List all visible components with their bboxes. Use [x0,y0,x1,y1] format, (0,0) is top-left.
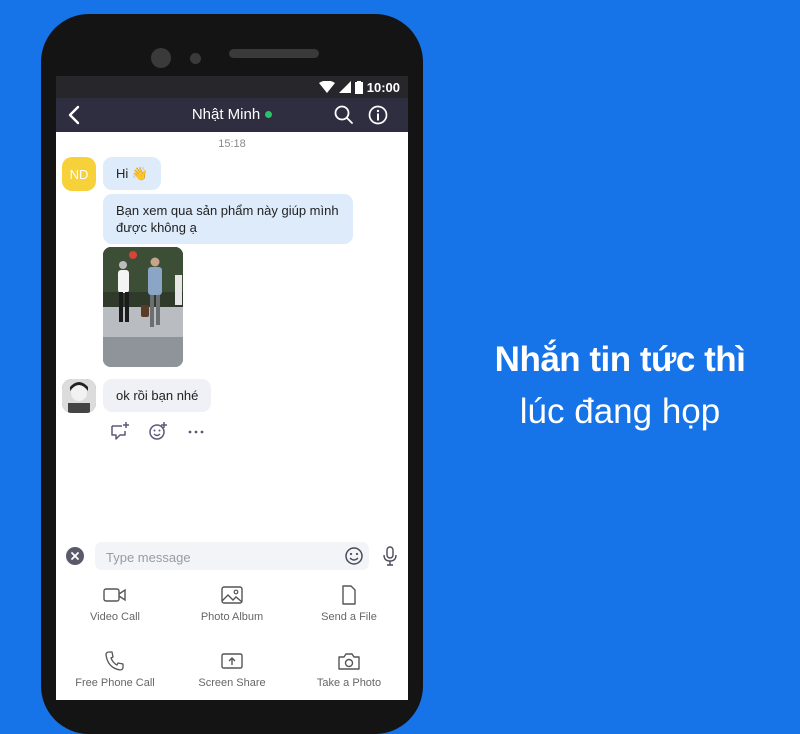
promo-subheadline: lúc đang họp [519,392,721,431]
more-horizontal-icon [188,430,204,434]
chevron-left-icon [68,105,80,125]
microphone-icon [383,546,397,566]
chat-header: Nhật Minh [56,98,408,132]
message-image[interactable] [103,247,183,367]
video-icon [103,588,126,602]
front-camera [151,48,171,68]
close-icon [71,552,79,560]
info-button[interactable] [367,104,389,126]
signal-icon [338,81,351,93]
camera-icon [338,653,360,670]
emoji-add-icon [149,422,167,440]
free-phone-call-button[interactable]: Free Phone Call [56,651,174,689]
earpiece-speaker [229,49,319,58]
file-icon [342,585,356,605]
phone-screen: 10:00 Nhật Minh 15:18 ND Hi 👋 Bạn xem qu… [56,76,408,700]
status-bar: 10:00 [56,76,408,98]
photo-album-button[interactable]: Photo Album [173,585,291,623]
action-label: Video Call [90,611,140,623]
message-actions [110,421,206,441]
voice-message-button[interactable] [381,545,399,567]
avatar-photo [62,379,96,413]
user-avatar[interactable] [62,379,96,413]
sender-avatar[interactable]: ND [62,157,96,191]
action-label: Take a Photo [316,677,382,689]
online-status-dot [265,110,273,118]
more-options-button[interactable] [186,421,206,441]
image-icon [221,586,243,604]
message-bubble[interactable]: ok rồi bạn nhé [103,379,212,412]
action-label: Free Phone Call [75,677,155,689]
add-reaction-button[interactable] [148,421,168,441]
video-call-button[interactable]: Video Call [56,585,174,623]
comment-add-icon [111,422,129,440]
photo-thumbnail [103,247,183,367]
close-button[interactable] [66,547,84,565]
emoji-icon [345,547,363,565]
message-timestamp: 15:18 [218,138,246,150]
message-bubble[interactable]: Bạn xem qua sản phẩm này giúp mình được … [103,194,353,244]
wifi-icon [318,81,335,93]
status-time: 10:00 [366,79,400,95]
message-composer [56,542,408,572]
info-icon [368,105,388,125]
message-input[interactable] [104,542,328,572]
action-label: Screen Share [198,677,266,689]
message-bubble[interactable]: Hi 👋 [103,157,162,190]
search-button[interactable] [333,104,355,126]
message-field [95,542,369,572]
reply-button[interactable] [110,421,130,441]
contact-name: Nhật Minh [191,106,261,123]
promo-headline: Nhắn tin tức thì [494,340,746,379]
sensor [190,53,201,64]
chat-title: Nhật Minh [56,106,408,123]
emoji-button[interactable] [344,546,364,566]
take-photo-button[interactable]: Take a Photo [290,651,408,689]
phone-icon [105,651,124,671]
sender-initials: ND [69,166,89,182]
action-label: Send a File [321,611,377,623]
screen-share-icon [221,653,243,669]
screen-share-button[interactable]: Screen Share [173,651,291,689]
send-file-button[interactable]: Send a File [290,585,408,623]
search-icon [334,105,353,124]
battery-icon [354,80,363,94]
back-button[interactable] [64,104,84,126]
action-label: Photo Album [200,611,264,623]
